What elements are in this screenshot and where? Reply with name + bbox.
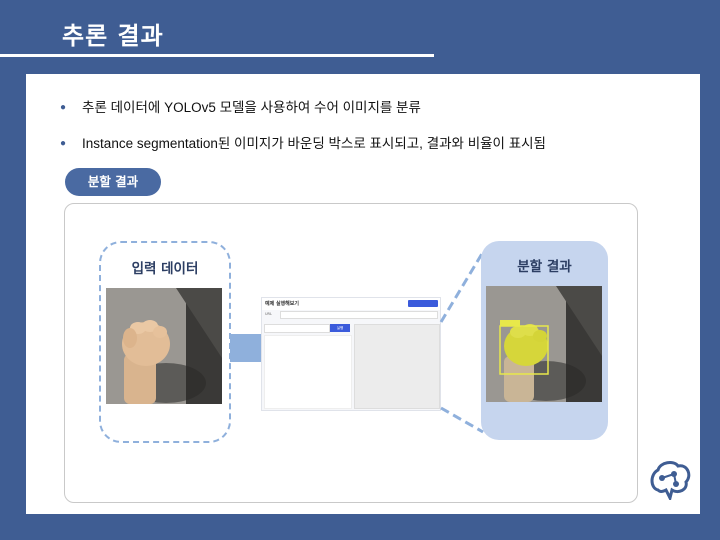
app-url-label: URL: [265, 312, 272, 316]
app-run-button: 실행: [330, 324, 350, 332]
bullet-2-text: Instance segmentation된 이미지가 바운딩 박스로 표시되고…: [82, 136, 546, 151]
bullet-dot: ●: [60, 138, 67, 149]
result-label: 분할 결과: [517, 259, 572, 275]
bullet-dot: ●: [60, 102, 67, 113]
bullet-1-text: 추론 데이터에 YOLOv5 모델을 사용하여 수어 이미지를 분류: [82, 100, 421, 115]
title-underline: [0, 54, 434, 57]
segmentation-result-box: 분할 결과: [481, 241, 608, 440]
result-image: [486, 286, 602, 402]
app-file-input: [264, 324, 330, 333]
brain-network-icon: [650, 461, 691, 500]
demo-app-screenshot: 예제 실행해보기 URL 실행: [261, 297, 441, 411]
bullet-1: ● 추론 데이터에 YOLOv5 모델을 사용하여 수어 이미지를 분류: [60, 96, 421, 116]
app-input-pane: [264, 335, 352, 409]
slide-title: 추론 결과: [62, 22, 164, 50]
input-image: [106, 288, 222, 404]
app-header-button: [408, 300, 438, 307]
app-title: 예제 실행해보기: [265, 301, 299, 307]
input-data-label: 입력 데이터: [131, 261, 199, 277]
section-pill: 분할 결과: [65, 168, 161, 196]
slide-body: ● 추론 데이터에 YOLOv5 모델을 사용하여 수어 이미지를 분류 ● Ins…: [26, 74, 700, 514]
app-output-pane: [354, 324, 440, 409]
diagram-panel: 입력 데이터 예제 실행해보기 URL 실행 분할 결과: [64, 203, 638, 503]
app-url-field: [280, 311, 438, 319]
zoom-connector-lines: [439, 251, 485, 434]
bullet-2: ● Instance segmentation된 이미지가 바운딩 박스로 표시되…: [60, 132, 546, 152]
input-data-box: 입력 데이터: [99, 241, 231, 443]
